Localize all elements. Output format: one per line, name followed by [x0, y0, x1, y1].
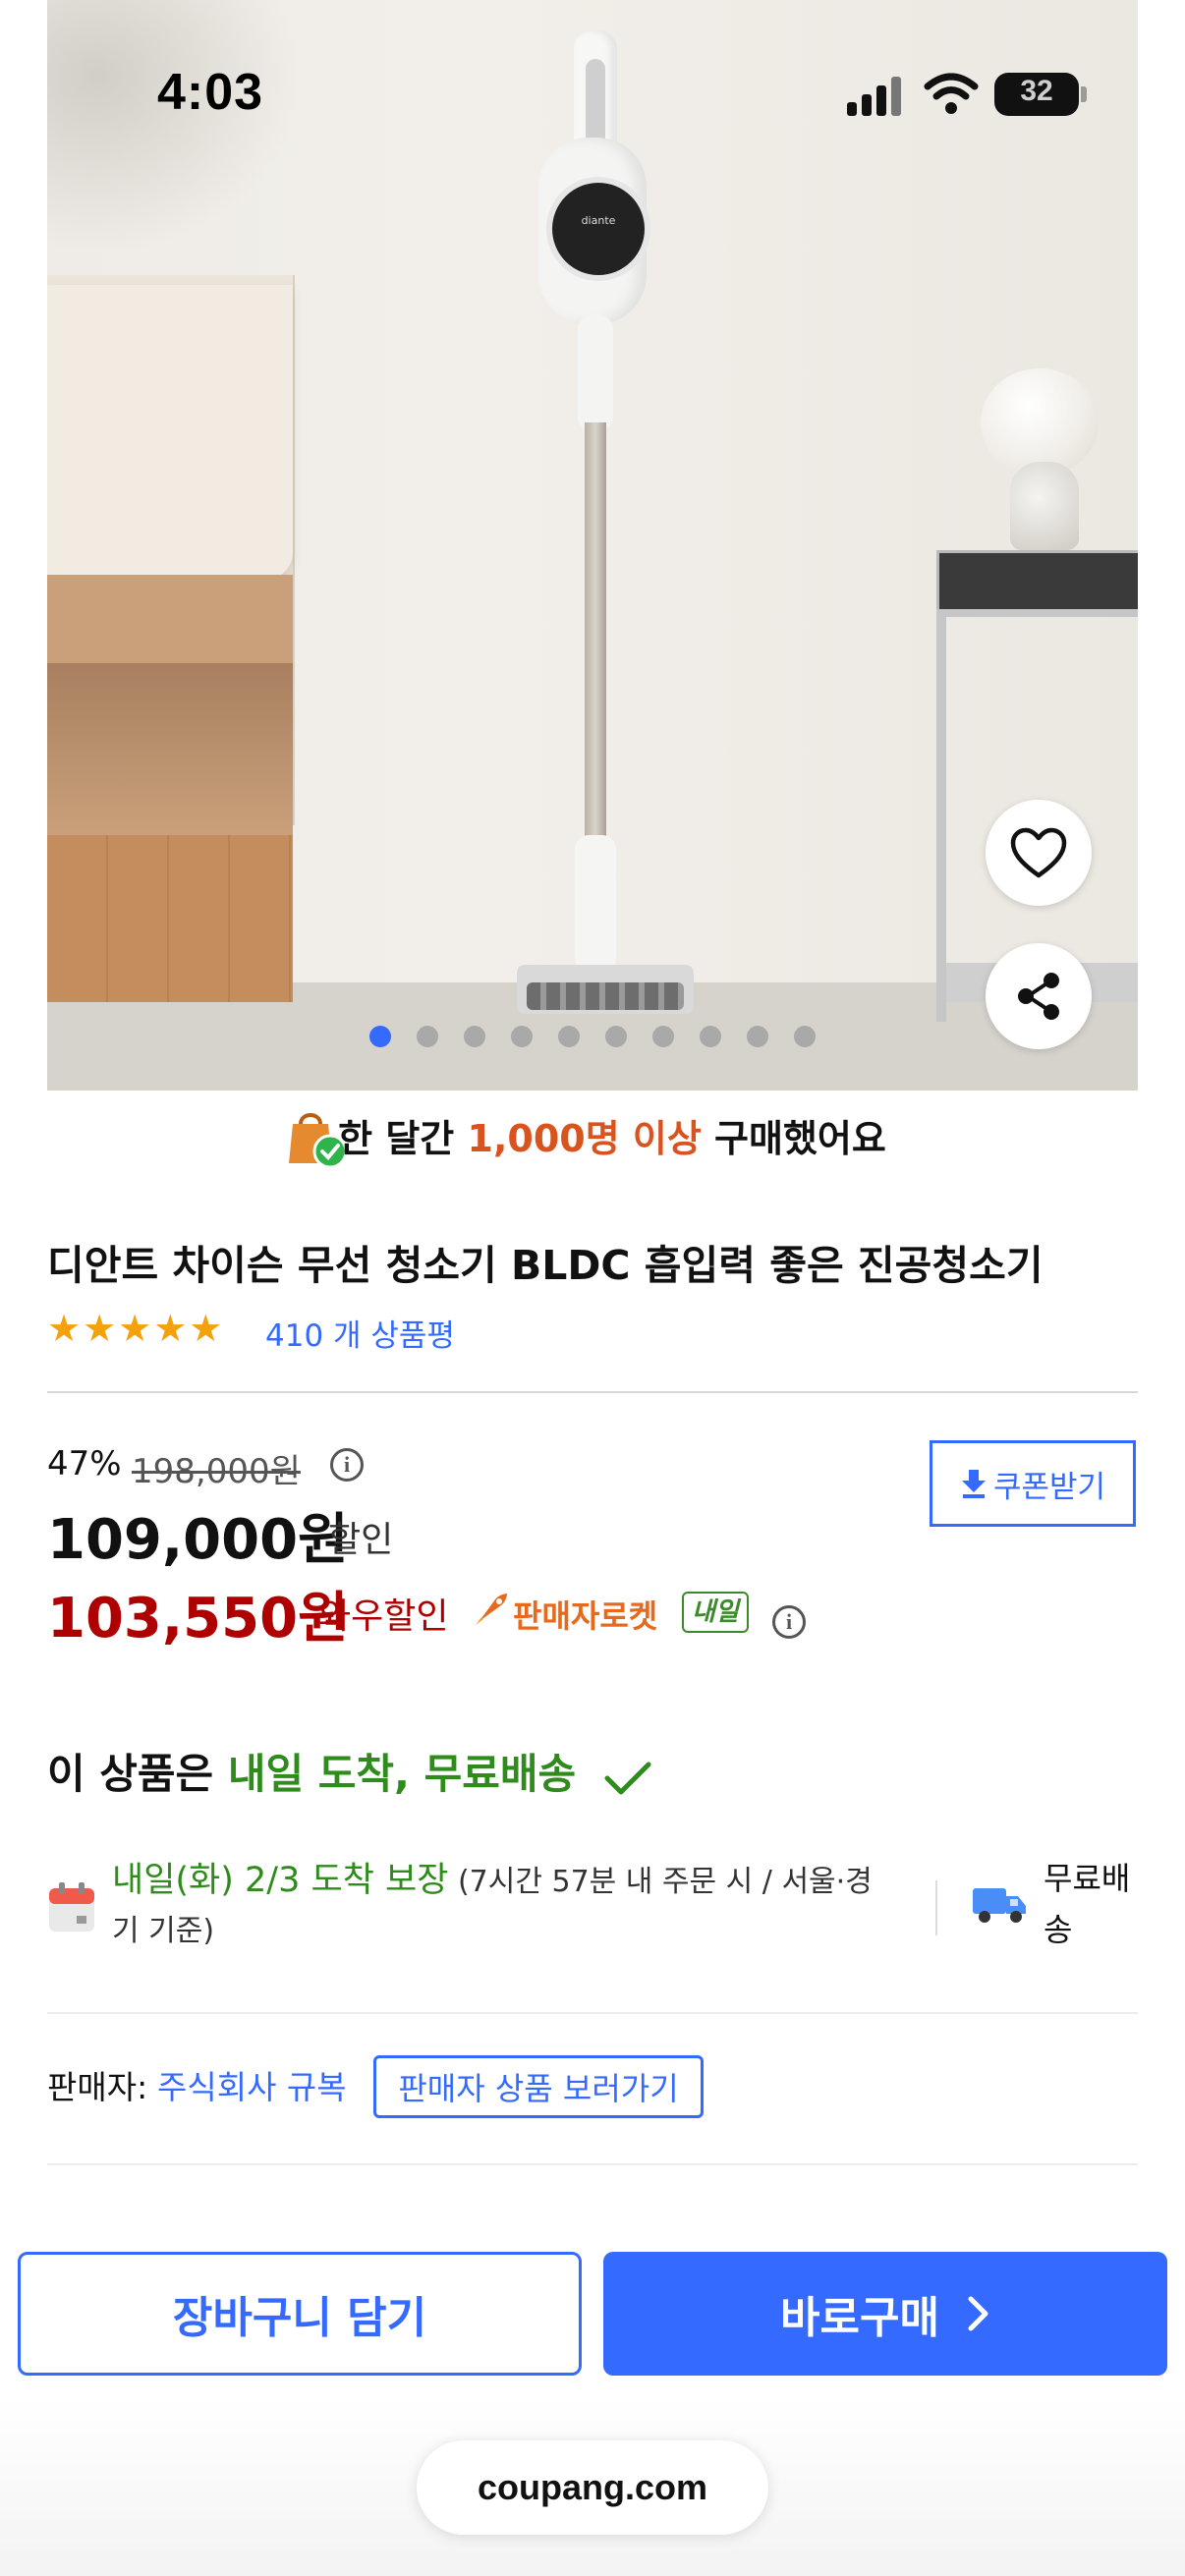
- image-bed-side: [47, 575, 293, 663]
- image-lamp-shade: [981, 368, 1099, 476]
- status-time: 4:03: [157, 64, 264, 121]
- arrival-date: 내일(화) 2/3 도착 보장: [112, 1861, 449, 1900]
- discount-rate: 47%: [47, 1444, 122, 1484]
- buy-now-button[interactable]: 바로구매: [603, 2252, 1167, 2376]
- review-count-link[interactable]: 410 개 상품평: [265, 1311, 455, 1355]
- battery-nub: [1081, 86, 1087, 102]
- divider: [47, 2163, 1138, 2165]
- image-side-table-top: [936, 550, 1138, 615]
- add-to-cart-button[interactable]: 장바구니 담기: [18, 2252, 582, 2376]
- free-shipping-label: 무료배송: [1044, 1860, 1131, 1948]
- carousel-dot[interactable]: [794, 1026, 816, 1047]
- share-icon: [1018, 973, 1059, 1020]
- vacuum-joint: [575, 835, 616, 973]
- download-icon: [961, 1470, 986, 1498]
- heart-icon: [1010, 827, 1067, 878]
- original-price: 198,000원: [132, 1452, 301, 1491]
- seller-label: 판매자:: [47, 2068, 148, 2106]
- cellular-signal-icon: [847, 77, 906, 116]
- image-lamp-base: [1010, 462, 1079, 550]
- delivery-headline-prefix: 이 상품은: [47, 1750, 228, 1798]
- wishlist-button[interactable]: [986, 800, 1092, 906]
- vacuum-motor-disk: [546, 177, 650, 281]
- truck-icon: [973, 1888, 1026, 1923]
- vertical-divider: [935, 1880, 937, 1935]
- arrival-guarantee: 내일(화) 2/3 도착 보장 (7시간 57분 내 주문 시 / 서울·경기 …: [112, 1857, 898, 1955]
- image-bed-base: [47, 663, 293, 835]
- share-button[interactable]: [986, 943, 1092, 1049]
- buyers-highlight: 1,000명 이상: [467, 1117, 702, 1160]
- buy-now-label: 바로구매: [780, 2293, 939, 2343]
- carousel-dot[interactable]: [511, 1026, 533, 1047]
- carousel-dot[interactable]: [747, 1026, 768, 1047]
- carousel-dot[interactable]: [605, 1026, 627, 1047]
- carousel-dot[interactable]: [464, 1026, 485, 1047]
- carousel-dot[interactable]: [417, 1026, 438, 1047]
- rocket-icon: [476, 1594, 507, 1625]
- vacuum-tube: [585, 422, 606, 845]
- wow-info-icon[interactable]: i: [772, 1605, 806, 1639]
- delivery-headline-highlight: 내일 도착, 무료배송: [227, 1750, 577, 1798]
- coupon-label: 쿠폰받기: [992, 1469, 1106, 1505]
- vacuum-brush: [527, 982, 684, 1010]
- product-title: 디안트 차이슨 무선 청소기 BLDC 흡입력 좋은 진공청소기: [47, 1242, 1044, 1289]
- image-plant-shadow: [47, 0, 303, 255]
- seller-name-link[interactable]: 주식회사 규복: [157, 2061, 347, 2108]
- chevron-right-icon: [968, 2296, 988, 2331]
- delivery-headline: 이 상품은 내일 도착, 무료배송: [47, 1741, 576, 1801]
- vacuum-brand-mark: diante: [581, 214, 616, 227]
- tomorrow-badge: 내일: [682, 1592, 749, 1633]
- wow-price: 103,550원: [47, 1587, 349, 1651]
- purchase-count-banner: 한 달간 1,000명 이상 구매했어요: [0, 1108, 1185, 1162]
- address-bar[interactable]: coupang.com: [417, 2440, 768, 2535]
- wifi-icon: [924, 73, 979, 114]
- carousel-dot[interactable]: [558, 1026, 580, 1047]
- price-info-icon[interactable]: i: [330, 1448, 364, 1482]
- product-image[interactable]: diante: [47, 0, 1138, 1091]
- sale-price: 109,000원: [47, 1508, 349, 1572]
- rating-stars[interactable]: ★★★★★: [47, 1307, 224, 1350]
- seller-products-button[interactable]: 판매자 상품 보러가기: [373, 2055, 704, 2118]
- image-wood-floor: [47, 835, 293, 1002]
- seller-rocket-label: 판매자로켓: [513, 1597, 658, 1635]
- sale-price-label: 할인: [328, 1520, 394, 1560]
- divider: [47, 1391, 1138, 1393]
- buyers-prefix: 한 달간: [338, 1117, 468, 1160]
- image-bed-mattress: [47, 285, 293, 580]
- carousel-dot[interactable]: [700, 1026, 721, 1047]
- divider: [47, 2012, 1138, 2014]
- check-icon: [604, 1762, 651, 1795]
- buyers-suffix: 구매했어요: [701, 1117, 886, 1160]
- carousel-dot[interactable]: [652, 1026, 674, 1047]
- carousel-dots: [369, 1026, 821, 1047]
- battery-level: 32: [1020, 75, 1053, 107]
- calendar-icon: [49, 1882, 94, 1932]
- coupon-button[interactable]: 쿠폰받기: [930, 1440, 1136, 1527]
- vacuum-neck: [578, 314, 613, 432]
- wow-discount-label: 와우할인: [318, 1596, 449, 1637]
- carousel-dot-active[interactable]: [369, 1026, 391, 1047]
